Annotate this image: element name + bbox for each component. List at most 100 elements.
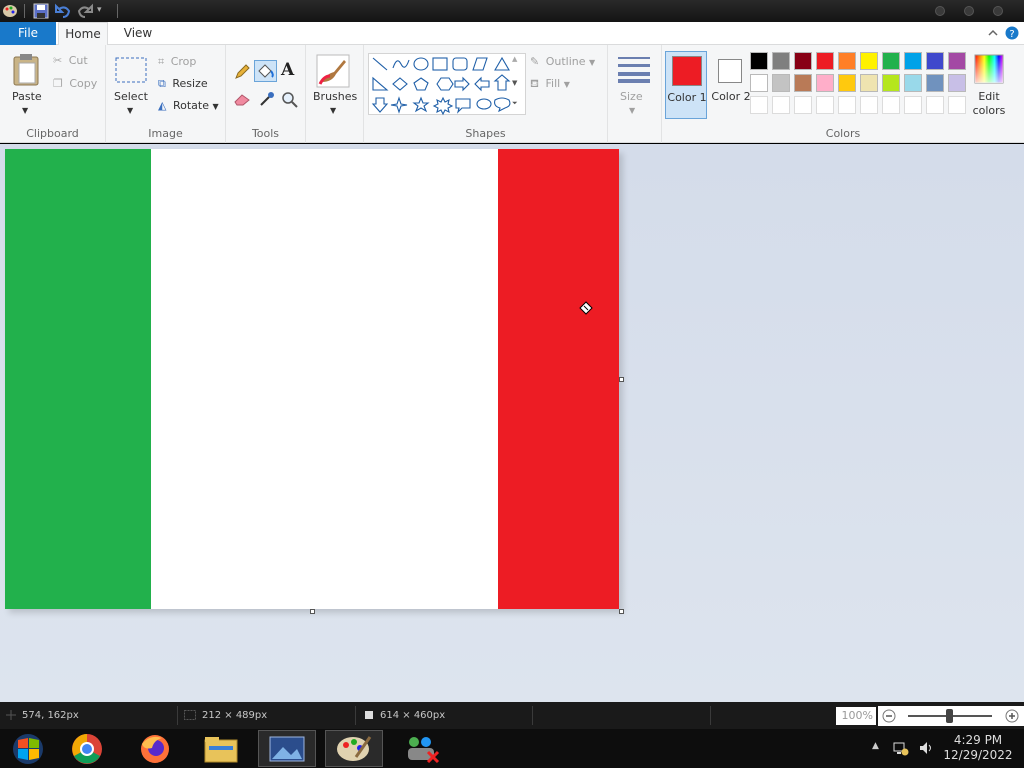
palette-custom-slot[interactable] bbox=[860, 96, 878, 114]
palette-custom-slot[interactable] bbox=[816, 96, 834, 114]
crop-button[interactable]: ⌗ Crop bbox=[158, 55, 196, 69]
brushes-dropdown-icon[interactable]: ▼ bbox=[330, 103, 336, 116]
paste-button[interactable]: Paste bbox=[12, 90, 42, 103]
outline-button[interactable]: ✎ Outline ▼ bbox=[530, 55, 595, 68]
cut-label: Cut bbox=[68, 54, 88, 67]
fill-button[interactable]: ⛾ Fill ▼ bbox=[530, 77, 570, 92]
palette-swatch[interactable] bbox=[882, 74, 900, 92]
redo-icon[interactable] bbox=[77, 3, 93, 19]
palette-swatch[interactable] bbox=[882, 52, 900, 70]
image-group: Select ▼ ⌗ Crop ⧉ Resize ◭ Rotate ▼ Imag… bbox=[106, 45, 226, 143]
palette-custom-slot[interactable] bbox=[838, 96, 856, 114]
palette-swatch[interactable] bbox=[816, 52, 834, 70]
palette-swatch[interactable] bbox=[860, 52, 878, 70]
shapes-expand-icon[interactable]: ⏷ bbox=[512, 99, 518, 108]
palette-swatch[interactable] bbox=[750, 52, 768, 70]
copy-button[interactable]: ❐ Copy bbox=[53, 77, 97, 90]
size-dropdown-icon[interactable]: ▼ bbox=[629, 103, 635, 116]
network-app-taskbar-icon[interactable] bbox=[392, 730, 450, 767]
palette-swatch[interactable] bbox=[772, 52, 790, 70]
brushes-button[interactable]: Brushes bbox=[313, 90, 357, 103]
palette-swatch[interactable] bbox=[772, 74, 790, 92]
palette-swatch[interactable] bbox=[926, 74, 944, 92]
maximize-button[interactable] bbox=[964, 6, 974, 16]
zoom-slider-thumb[interactable] bbox=[946, 709, 953, 723]
network-icon[interactable] bbox=[893, 740, 909, 759]
help-icon[interactable]: ? bbox=[1005, 26, 1019, 43]
zoom-in-icon[interactable] bbox=[1005, 709, 1019, 726]
shapes-gallery-icons[interactable] bbox=[369, 54, 527, 116]
palette-custom-slot[interactable] bbox=[926, 96, 944, 114]
system-clock[interactable]: 4:29 PM 12/29/2022 bbox=[940, 733, 1016, 763]
palette-swatch[interactable] bbox=[750, 74, 768, 92]
eraser-icon[interactable] bbox=[233, 92, 251, 109]
size-lines-icon[interactable] bbox=[617, 55, 651, 86]
close-button[interactable] bbox=[993, 6, 1003, 16]
resize-handle-bottom[interactable] bbox=[310, 609, 315, 614]
palette-swatch[interactable] bbox=[904, 52, 922, 70]
palette-custom-slot[interactable] bbox=[750, 96, 768, 114]
brushes-icon[interactable] bbox=[316, 54, 350, 91]
edit-colors-button[interactable]: Edit colors bbox=[968, 90, 1010, 118]
chrome-taskbar-icon[interactable] bbox=[58, 730, 116, 767]
palette-swatch[interactable] bbox=[904, 74, 922, 92]
minimize-button[interactable] bbox=[935, 6, 945, 16]
save-icon[interactable] bbox=[33, 3, 49, 19]
palette-swatch[interactable] bbox=[794, 52, 812, 70]
paint-taskbar-icon[interactable] bbox=[325, 730, 383, 767]
undo-icon[interactable] bbox=[55, 3, 71, 19]
color1-label: Color 1 bbox=[667, 91, 707, 104]
palette-custom-slot[interactable] bbox=[794, 96, 812, 114]
pencil-icon[interactable] bbox=[233, 63, 251, 84]
start-button[interactable] bbox=[0, 730, 58, 767]
zoom-out-icon[interactable] bbox=[882, 709, 896, 726]
palette-swatch[interactable] bbox=[816, 74, 834, 92]
minimize-ribbon-icon[interactable] bbox=[987, 27, 999, 42]
volume-icon[interactable] bbox=[918, 740, 934, 759]
palette-swatch[interactable] bbox=[838, 52, 856, 70]
resize-handle-corner[interactable] bbox=[619, 609, 624, 614]
select-icon[interactable] bbox=[115, 57, 147, 86]
palette-swatch[interactable] bbox=[948, 52, 966, 70]
magnifier-icon[interactable] bbox=[281, 91, 299, 112]
text-tool-icon[interactable]: A bbox=[281, 60, 294, 80]
edit-colors-icon[interactable] bbox=[974, 54, 1004, 87]
color2-selector[interactable]: Color 2 bbox=[710, 51, 752, 119]
color-picker-icon[interactable] bbox=[258, 90, 276, 111]
tab-file[interactable]: File bbox=[0, 22, 56, 45]
palette-swatch[interactable] bbox=[794, 74, 812, 92]
firefox-taskbar-icon[interactable] bbox=[126, 730, 184, 767]
palette-swatch[interactable] bbox=[926, 52, 944, 70]
ribbon: Paste ▼ ✂ Cut ❐ Copy Clipboard Select ▼ … bbox=[0, 45, 1024, 143]
photos-taskbar-icon[interactable] bbox=[258, 730, 316, 767]
rotate-button[interactable]: ◭ Rotate ▼ bbox=[158, 99, 219, 112]
palette-custom-slot[interactable] bbox=[882, 96, 900, 114]
palette-swatch[interactable] bbox=[948, 74, 966, 92]
palette-custom-slot[interactable] bbox=[904, 96, 922, 114]
file-explorer-taskbar-icon[interactable] bbox=[192, 730, 250, 767]
palette-custom-slot[interactable] bbox=[772, 96, 790, 114]
select-dropdown-icon[interactable]: ▼ bbox=[127, 103, 133, 116]
drawing-canvas[interactable] bbox=[5, 149, 619, 609]
palette-swatch[interactable] bbox=[838, 74, 856, 92]
paste-dropdown-icon[interactable]: ▼ bbox=[22, 103, 28, 116]
paste-icon[interactable] bbox=[12, 53, 42, 90]
cut-button[interactable]: ✂ Cut bbox=[53, 54, 88, 67]
size-button[interactable]: Size bbox=[620, 90, 643, 103]
resize-handle-right[interactable] bbox=[619, 377, 624, 382]
color1-selector[interactable]: Color 1 bbox=[665, 51, 707, 119]
rotate-icon: ◭ bbox=[158, 99, 167, 112]
shapes-scroll-down-icon[interactable]: ▼ bbox=[512, 79, 517, 87]
customize-quick-access-icon[interactable]: ▾ bbox=[97, 5, 102, 21]
show-hidden-icons-icon[interactable]: ▲ bbox=[872, 741, 879, 751]
palette-swatch[interactable] bbox=[860, 74, 878, 92]
paint-app-icon[interactable] bbox=[2, 3, 18, 19]
resize-button[interactable]: ⧉ Resize bbox=[158, 77, 208, 91]
palette-custom-slot[interactable] bbox=[948, 96, 966, 114]
tab-view[interactable]: View bbox=[118, 22, 158, 45]
fill-label: Fill bbox=[545, 77, 561, 90]
shapes-scroll-up-icon[interactable]: ▲ bbox=[512, 55, 517, 63]
fill-with-color-icon[interactable] bbox=[254, 60, 277, 82]
tab-home[interactable]: Home bbox=[58, 22, 108, 46]
select-button[interactable]: Select bbox=[114, 90, 148, 103]
